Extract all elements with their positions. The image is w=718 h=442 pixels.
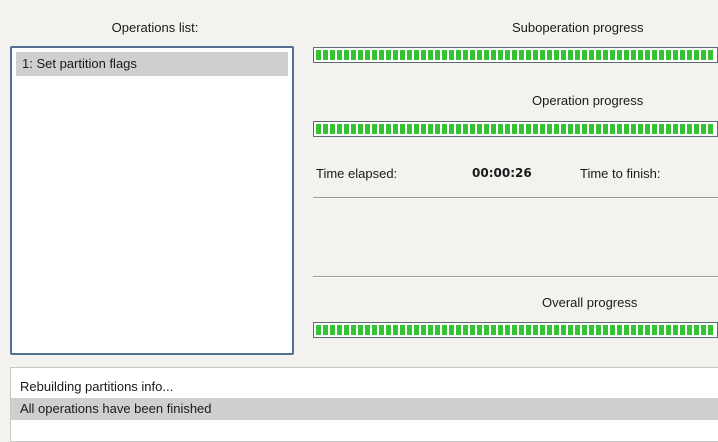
operation-log[interactable]: Rebuilding partitions info... All operat…: [10, 367, 718, 442]
time-to-finish-label: Time to finish:: [580, 166, 661, 181]
log-line-selected[interactable]: All operations have been finished: [11, 398, 718, 420]
suboperation-progress-fill: [316, 50, 715, 60]
time-row: Time elapsed: 00:00:26 Time to finish:: [316, 166, 718, 186]
operation-progress-label: Operation progress: [532, 93, 644, 108]
time-elapsed-label: Time elapsed:: [316, 166, 398, 181]
list-item[interactable]: 1: Set partition flags: [16, 52, 288, 76]
time-elapsed-value: 00:00:26: [472, 166, 532, 180]
divider: [313, 197, 718, 199]
overall-progress-label: Overall progress: [542, 295, 638, 310]
overall-progress-bar: [313, 322, 718, 338]
operations-list-title: Operations list:: [111, 20, 199, 35]
suboperation-progress-label: Suboperation progress: [512, 20, 644, 35]
operation-progress-bar: [313, 121, 718, 137]
suboperation-progress-bar: [313, 47, 718, 63]
overall-progress-fill: [316, 325, 715, 335]
operations-list[interactable]: 1: Set partition flags: [10, 46, 294, 355]
divider: [313, 276, 718, 278]
operation-progress-fill: [316, 124, 715, 134]
log-line: Rebuilding partitions info...: [20, 379, 174, 394]
